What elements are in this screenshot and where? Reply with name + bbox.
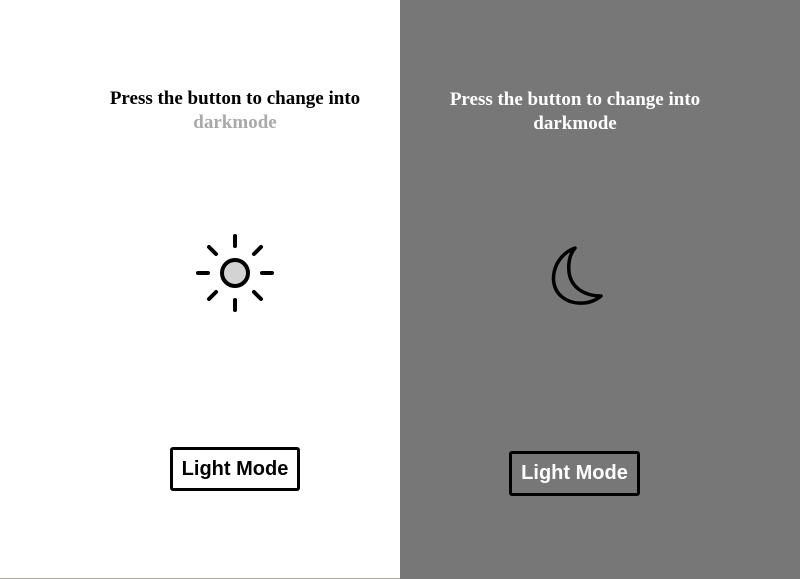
instruction-line: Press the button to change into bbox=[449, 89, 701, 110]
sun-icon bbox=[195, 233, 275, 313]
instruction-accent: darkmode bbox=[533, 113, 617, 134]
instruction-text: Press the button to change into darkmode bbox=[375, 88, 775, 136]
dark-panel-light-mode-button[interactable]: Light Mode bbox=[509, 451, 640, 496]
light-mode-panel: Press the button to change into darkmode… bbox=[0, 0, 400, 579]
light-mode-button[interactable]: Light Mode bbox=[170, 447, 300, 491]
dark-mode-panel: Press the button to change into darkmode… bbox=[400, 0, 800, 579]
instruction-line: Press the button to change into bbox=[109, 88, 361, 109]
page: Press the button to change into darkmode… bbox=[0, 0, 800, 579]
moon-icon bbox=[545, 244, 605, 308]
